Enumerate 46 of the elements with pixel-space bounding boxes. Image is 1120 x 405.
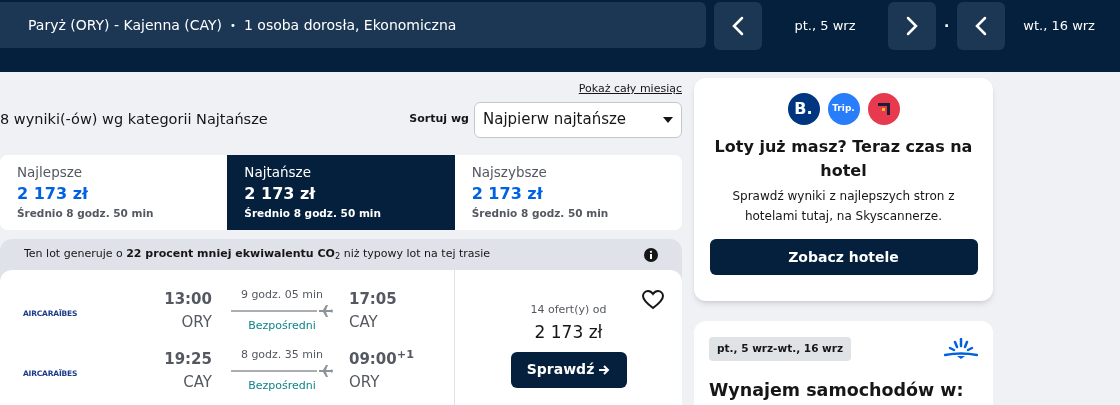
partner-logo: Trip. bbox=[827, 93, 860, 125]
dropdown-caret-icon bbox=[663, 116, 673, 123]
flight-duration: 8 godz. 35 min bbox=[240, 347, 324, 363]
arrival-airport: CAY bbox=[349, 311, 379, 333]
sunrise-icon bbox=[944, 337, 978, 360]
date-range-badge: pt., 5 wrz-wt., 16 wrz bbox=[709, 337, 852, 361]
departure-airport: ORY bbox=[181, 311, 212, 333]
route-text: Paryż (ORY) - Kajenna (CAY) bbox=[28, 15, 223, 35]
arrival-time: 17:05 bbox=[349, 289, 397, 310]
chevron-left-icon bbox=[975, 16, 988, 36]
next-date-button[interactable] bbox=[888, 2, 936, 50]
arrival-time: 09:00$^{+1}$ bbox=[349, 348, 414, 370]
previous-date-button[interactable] bbox=[714, 2, 762, 50]
return-date[interactable]: wt., 16 wrz bbox=[1013, 2, 1095, 50]
chevron-left-icon bbox=[732, 16, 744, 36]
show-month-link[interactable]: Pokaż cały miesiąc bbox=[578, 81, 682, 98]
info-icon[interactable] bbox=[644, 247, 658, 262]
sort-label: Sortuj wg bbox=[409, 111, 469, 128]
hotel-card-text: Sprawdź wyniki z najlepszych stron z hotelami tutaj, na Skyscannerze. bbox=[731, 188, 956, 225]
price: 2 173 zł bbox=[534, 321, 603, 344]
offers-count: 14 ofert(y) od bbox=[530, 301, 607, 318]
see-hotels-button[interactable]: Zobacz hotele bbox=[709, 239, 978, 275]
heart-icon[interactable] bbox=[642, 289, 664, 310]
departure-time: 13:00 bbox=[164, 289, 212, 310]
hotel-card-title: Loty już masz? Teraz czas na hotel bbox=[713, 136, 974, 182]
sort-tab[interactable]: Najtańsze 2 173 zł Średnio 8 godz. 50 min bbox=[227, 154, 455, 230]
car-hire-title: Wynajem samochodów w: bbox=[709, 378, 965, 402]
travellers-text: 1 osoba dorosła, Ekonomiczna bbox=[243, 15, 457, 35]
previous-date-button[interactable] bbox=[957, 2, 1006, 50]
depart-date[interactable]: pt., 5 wrz bbox=[770, 2, 880, 50]
partner-logo: B. bbox=[787, 93, 820, 125]
separator-dot: • bbox=[230, 18, 236, 33]
stops-text: Bezpośredni bbox=[248, 317, 316, 334]
eco-note: Ten lot generuje o 22 procent mniej ekwiwalentu CO$_{2}$ niż typowy lot na tej trasie bbox=[24, 246, 491, 263]
arrow-right-icon bbox=[598, 363, 611, 376]
flight-duration: 9 godz. 05 min bbox=[240, 287, 324, 303]
departure-time: 19:25 bbox=[164, 349, 212, 370]
results-summary: 8 wyniki(-ów) wg kategorii Najtańsze bbox=[0, 109, 268, 129]
stops-text: Bezpośredni bbox=[248, 377, 316, 394]
separator-dot: · bbox=[944, 16, 950, 36]
check-button[interactable]: Sprawdź bbox=[510, 351, 627, 388]
chevron-right-icon bbox=[906, 16, 918, 36]
arrival-airport: ORY bbox=[349, 371, 381, 393]
sort-dropdown[interactable]: Najpierw najtańsze bbox=[474, 101, 682, 138]
search-summary-bar[interactable]: Paryż (ORY) - Kajenna (CAY) • 1 osoba dorosła, Ekonomiczna bbox=[0, 2, 706, 48]
departure-airport: CAY bbox=[183, 371, 212, 393]
